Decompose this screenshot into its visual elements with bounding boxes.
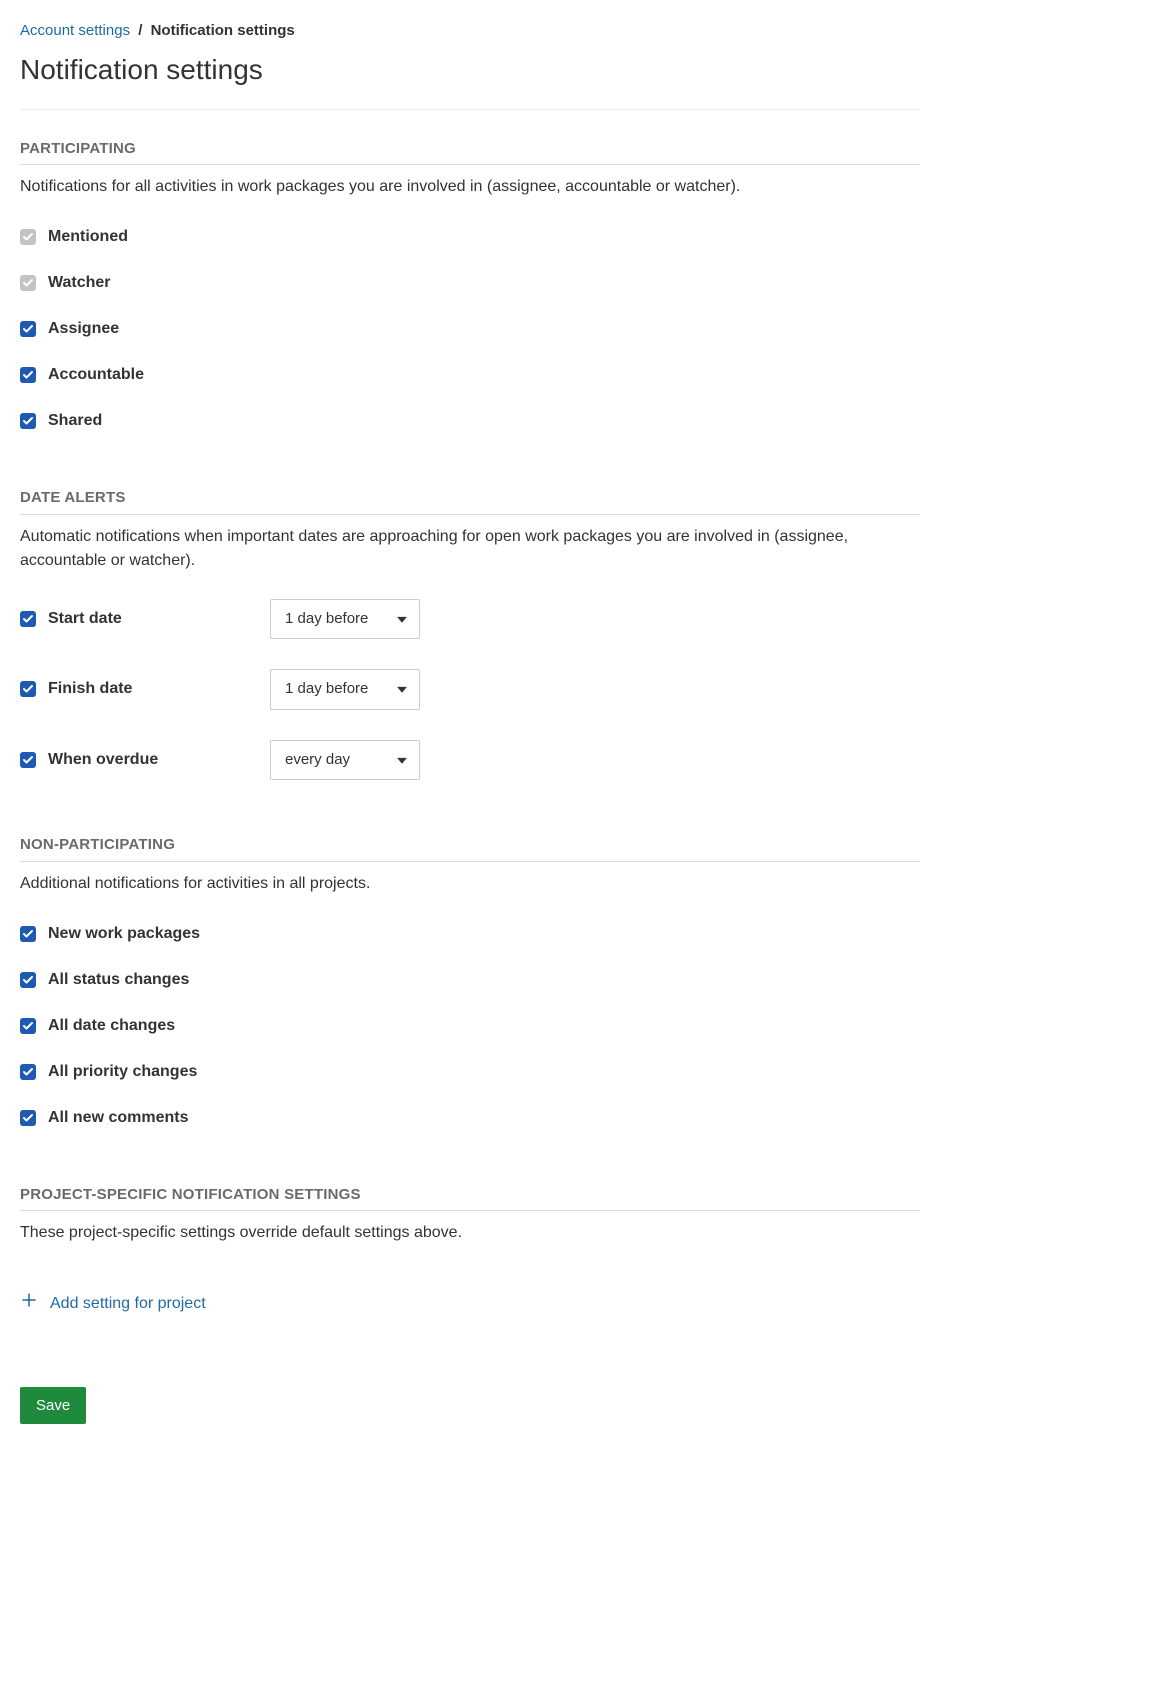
select-overdue[interactable]: every day: [270, 740, 420, 781]
add-project-setting-button[interactable]: Add setting for project: [20, 1291, 206, 1317]
checkbox-priority-changes[interactable]: [20, 1064, 36, 1080]
checkbox-label-new-wp: New work packages: [48, 922, 200, 946]
checkbox-label-status-changes: All status changes: [48, 968, 189, 992]
section-desc-non-participating: Additional notifications for activities …: [20, 872, 920, 896]
section-desc-project-specific: These project-specific settings override…: [20, 1221, 920, 1245]
check-icon: [22, 974, 34, 986]
checkbox-label-overdue: When overdue: [48, 748, 158, 772]
check-icon: [22, 1112, 34, 1124]
select-finish-date[interactable]: 1 day before: [270, 669, 420, 710]
row-overdue: When overdue every day: [20, 740, 920, 781]
section-heading-participating: Participating: [20, 138, 920, 166]
section-desc-date-alerts: Automatic notifications when important d…: [20, 525, 920, 573]
select-start-date[interactable]: 1 day before: [270, 599, 420, 640]
checkbox-row-date-changes: All date changes: [20, 1014, 920, 1038]
checkbox-row-mentioned: Mentioned: [20, 225, 920, 249]
checkbox-accountable[interactable]: [20, 367, 36, 383]
checkbox-row-new-comments: All new comments: [20, 1106, 920, 1130]
select-value-finish-date: 1 day before: [285, 678, 368, 701]
checkbox-row-status-changes: All status changes: [20, 968, 920, 992]
checkbox-shared[interactable]: [20, 413, 36, 429]
breadcrumb-separator: /: [138, 22, 142, 39]
checkbox-label-assignee: Assignee: [48, 317, 119, 341]
checkbox-label-date-changes: All date changes: [48, 1014, 175, 1038]
add-project-setting-label: Add setting for project: [50, 1292, 206, 1316]
section-desc-participating: Notifications for all activities in work…: [20, 175, 920, 199]
section-non-participating: Non-participating Additional notificatio…: [20, 834, 920, 1130]
check-icon: [22, 928, 34, 940]
checkbox-row-assignee: Assignee: [20, 317, 920, 341]
checkbox-row-priority-changes: All priority changes: [20, 1060, 920, 1084]
section-date-alerts: Date alerts Automatic notifications when…: [20, 487, 920, 780]
check-icon: [22, 613, 34, 625]
checkbox-new-comments[interactable]: [20, 1110, 36, 1126]
checkbox-label-priority-changes: All priority changes: [48, 1060, 197, 1084]
checkbox-row-new-wp: New work packages: [20, 922, 920, 946]
chevron-down-icon: [397, 678, 407, 701]
select-value-overdue: every day: [285, 749, 350, 772]
checkbox-row-watcher: Watcher: [20, 271, 920, 295]
check-icon: [22, 369, 34, 381]
plus-icon: [20, 1291, 38, 1317]
checkbox-start-date[interactable]: [20, 611, 36, 627]
section-heading-date-alerts: Date alerts: [20, 487, 920, 515]
breadcrumb-current: Notification settings: [151, 22, 295, 39]
check-icon: [22, 1066, 34, 1078]
checkbox-assignee[interactable]: [20, 321, 36, 337]
check-icon: [22, 415, 34, 427]
checkbox-date-changes[interactable]: [20, 1018, 36, 1034]
checkbox-label-finish-date: Finish date: [48, 677, 132, 701]
page-title: Notification settings: [20, 49, 920, 91]
checkbox-label-shared: Shared: [48, 409, 102, 433]
checkbox-status-changes[interactable]: [20, 972, 36, 988]
checkbox-label-start-date: Start date: [48, 607, 122, 631]
checkbox-mentioned: [20, 229, 36, 245]
save-button[interactable]: Save: [20, 1387, 86, 1424]
select-value-start-date: 1 day before: [285, 608, 368, 631]
checkbox-row-accountable: Accountable: [20, 363, 920, 387]
breadcrumb-parent-link[interactable]: Account settings: [20, 22, 130, 39]
check-icon: [22, 754, 34, 766]
check-icon: [22, 231, 34, 243]
check-icon: [22, 1020, 34, 1032]
checkbox-label-accountable: Accountable: [48, 363, 144, 387]
chevron-down-icon: [397, 749, 407, 772]
checkbox-label-new-comments: All new comments: [48, 1106, 188, 1130]
breadcrumb: Account settings / Notification settings: [20, 20, 920, 43]
section-participating: Participating Notifications for all acti…: [20, 138, 920, 434]
section-heading-non-participating: Non-participating: [20, 834, 920, 862]
checkbox-label-mentioned: Mentioned: [48, 225, 128, 249]
checkbox-overdue[interactable]: [20, 752, 36, 768]
checkbox-finish-date[interactable]: [20, 681, 36, 697]
checkbox-label-watcher: Watcher: [48, 271, 111, 295]
row-start-date: Start date 1 day before: [20, 599, 920, 640]
check-icon: [22, 683, 34, 695]
section-project-specific: Project-specific notification settings T…: [20, 1184, 920, 1318]
divider: [20, 109, 920, 110]
chevron-down-icon: [397, 608, 407, 631]
check-icon: [22, 323, 34, 335]
row-finish-date: Finish date 1 day before: [20, 669, 920, 710]
checkbox-row-shared: Shared: [20, 409, 920, 433]
check-icon: [22, 277, 34, 289]
checkbox-watcher: [20, 275, 36, 291]
checkbox-new-wp[interactable]: [20, 926, 36, 942]
section-heading-project-specific: Project-specific notification settings: [20, 1184, 920, 1212]
